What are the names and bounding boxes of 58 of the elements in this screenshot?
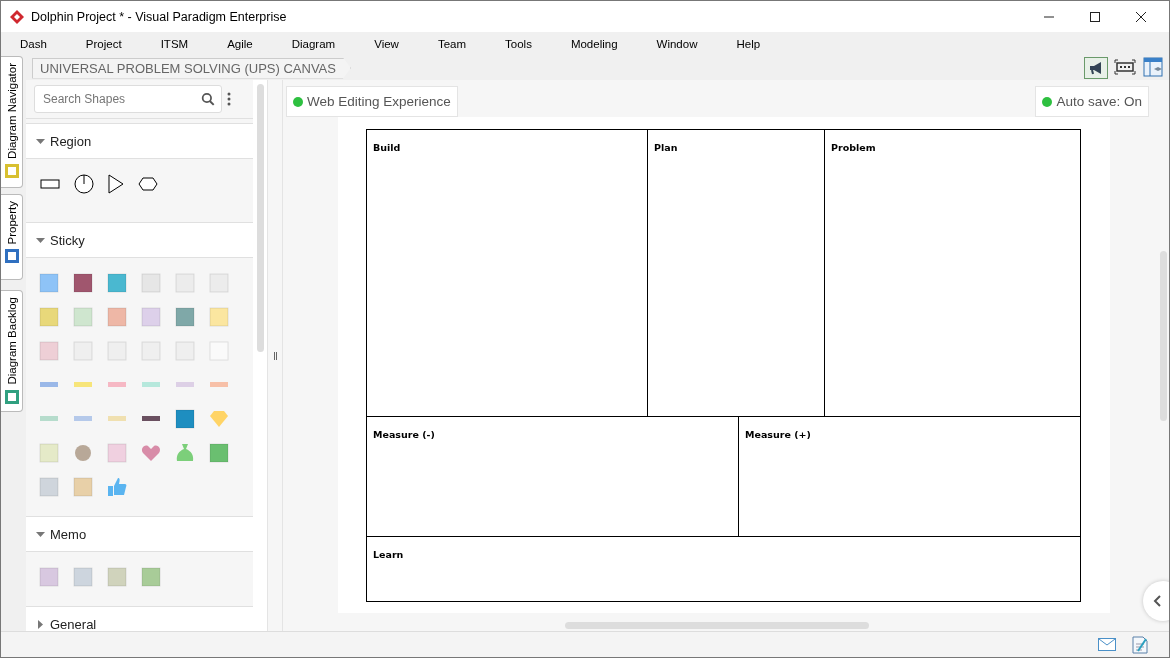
menu-item[interactable]: Project [76,38,131,50]
note-edit-icon[interactable] [1131,635,1149,654]
autosave-status[interactable]: Auto save: On [1035,86,1149,117]
block-title: Problem [831,142,876,153]
section-header[interactable]: Sticky [26,222,253,258]
sticky-note-icon[interactable] [106,272,128,294]
web-editing-button[interactable]: Web Editing Experience [286,86,458,117]
rectangle-icon[interactable] [40,178,60,190]
chevron-left-icon [1153,595,1161,607]
section-header[interactable]: Memo [26,516,253,552]
close-icon[interactable] [1135,10,1147,23]
menu-item[interactable]: Team [428,38,476,50]
sticky-note-icon[interactable] [208,442,230,464]
block-title: Measure (-) [373,429,435,440]
scrollbar-thumb[interactable] [565,621,869,629]
search-icon [201,92,215,106]
layout-icon[interactable] [1142,57,1164,77]
sticky-note-icon[interactable] [72,272,94,294]
section-header[interactable]: Region [26,123,253,159]
scrollbar-thumb[interactable] [256,84,264,352]
menu-item[interactable]: Window [647,38,707,50]
search-box[interactable]: Search Shapes [34,85,222,113]
section-header[interactable]: General [26,606,253,631]
panel-icon [3,248,20,265]
sticky-note-icon[interactable] [174,306,196,328]
splitter-handle[interactable] [273,351,277,360]
fit-screen-icon[interactable] [1114,57,1136,77]
window-title: Dolphin Project * - Visual Paradigm Enterprise [31,9,287,24]
thumbs-up-icon[interactable] [106,476,128,498]
menu-item[interactable]: Diagram [282,38,345,50]
megaphone-icon[interactable] [1084,57,1108,79]
menu-item[interactable]: Help [727,38,770,50]
block-title: Build [373,142,401,153]
side-tab[interactable]: Diagram Backlog [1,290,23,412]
menu-item[interactable]: Tools [496,38,541,50]
side-tab[interactable]: Diagram Navigator [1,56,23,188]
menu-item[interactable]: Agile [218,38,262,50]
menu-item[interactable]: Modeling [561,38,627,50]
maximize-icon[interactable] [1089,10,1101,23]
hexagon-icon[interactable] [138,177,158,191]
scrollbar-thumb[interactable] [1159,251,1167,421]
circle-icon[interactable] [74,174,94,194]
breadcrumb[interactable]: UNIVERSAL PROBLEM SOLVING (UPS) CANVAS [32,57,351,79]
side-tab[interactable]: Property [1,194,23,280]
triangle-icon[interactable] [108,174,124,194]
mail-icon[interactable] [1098,638,1116,651]
app-logo-icon [9,8,25,25]
more-options-icon[interactable] [227,91,231,107]
block-title: Learn [373,549,404,560]
bag-icon[interactable] [174,442,196,464]
sticky-note-icon[interactable] [174,408,196,430]
panel-icon [3,388,20,405]
panel-icon [3,162,20,179]
menu-item[interactable]: Dash [11,38,56,50]
block-title: Measure (+) [745,429,811,440]
menu-item[interactable]: ITSM [151,38,198,50]
menu-item[interactable]: View [365,38,408,50]
block-title: Plan [654,142,678,153]
